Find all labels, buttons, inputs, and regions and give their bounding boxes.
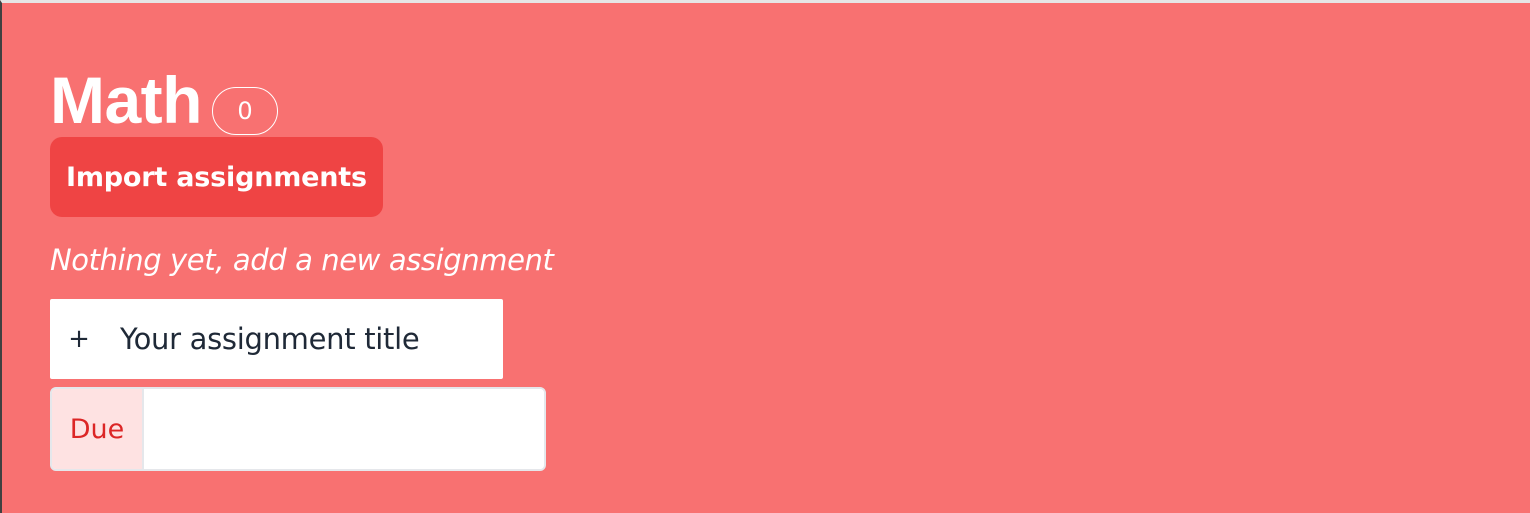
page: Math 0 Import assignments Nothing yet, a… bbox=[0, 0, 1530, 513]
assignment-title-input[interactable] bbox=[104, 299, 503, 379]
empty-state-message: Nothing yet, add a new assignment bbox=[50, 243, 554, 277]
subject-header: Math 0 bbox=[50, 59, 554, 135]
subject-title: Math bbox=[50, 63, 202, 137]
subject-panel: Math 0 Import assignments Nothing yet, a… bbox=[50, 59, 554, 471]
new-assignment-field[interactable]: + bbox=[50, 299, 503, 379]
import-assignments-button[interactable]: Import assignments bbox=[50, 137, 383, 217]
assignment-count-badge: 0 bbox=[211, 87, 278, 135]
due-date-field: Due bbox=[50, 387, 546, 471]
plus-icon: + bbox=[68, 324, 90, 354]
due-date-input[interactable] bbox=[144, 389, 544, 469]
due-label: Due bbox=[52, 389, 144, 469]
